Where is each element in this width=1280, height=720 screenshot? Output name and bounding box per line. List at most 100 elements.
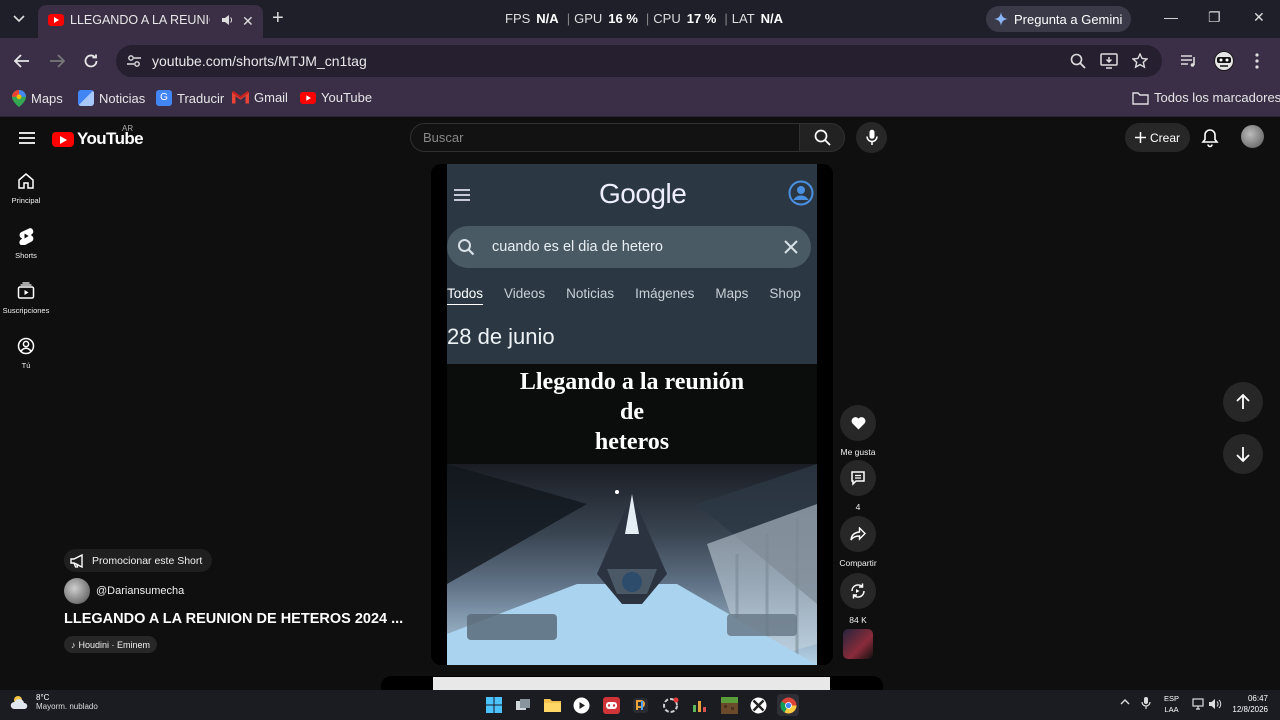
promote-label: Promocionar este Short xyxy=(92,554,203,567)
google-query: cuando es el dia de hetero xyxy=(492,239,663,255)
video-scene-image xyxy=(447,464,817,665)
browser-menu-button[interactable] xyxy=(1245,49,1269,73)
guide-item-suscripciones[interactable]: Suscripciones xyxy=(0,282,52,334)
share-button-circle[interactable] xyxy=(840,516,876,552)
address-bar[interactable]: youtube.com/shorts/MTJM_cn1tag xyxy=(116,45,1162,77)
youtube-logo[interactable]: YouTube AR xyxy=(52,124,144,149)
bookmark-youtube[interactable]: YouTube xyxy=(300,90,372,105)
bookmark-noticias[interactable]: Noticias xyxy=(78,90,145,106)
arrow-down-icon xyxy=(1236,447,1250,462)
install-app-icon[interactable] xyxy=(1099,51,1119,71)
chrome-button[interactable] xyxy=(777,694,799,716)
guide-item-tu[interactable]: Tú xyxy=(0,337,52,389)
start-button[interactable] xyxy=(484,695,504,715)
zoom-icon[interactable] xyxy=(1068,51,1088,71)
remix-button[interactable]: 84 K xyxy=(840,573,876,625)
channel-avatar[interactable] xyxy=(64,578,90,604)
guide-item-label: Principal xyxy=(11,196,41,205)
play-circle-icon xyxy=(573,697,589,713)
network-icon[interactable] xyxy=(1192,698,1204,710)
profile-avatar-icon xyxy=(1214,51,1234,71)
browser-tab-active[interactable]: LLEGANDO A LA REUNION DE HETEROS 2024 ✕ xyxy=(38,5,263,38)
google-search-screenshot: Google cuando es el dia de hetero Todos V… xyxy=(447,164,817,364)
microphone-icon xyxy=(1141,697,1151,709)
guide-item-shorts[interactable]: Shorts xyxy=(0,227,52,279)
sound-thumbnail[interactable] xyxy=(843,629,873,659)
share-button[interactable]: Compartir xyxy=(839,516,877,568)
clear-icon xyxy=(784,240,798,254)
guide-item-label: Shorts xyxy=(15,251,37,260)
guide-item-principal[interactable]: Principal xyxy=(0,172,52,224)
windows-logo-icon xyxy=(486,697,502,713)
comments-button-circle[interactable] xyxy=(840,460,876,496)
reload-icon xyxy=(84,54,98,68)
bookmark-label: Noticias xyxy=(99,90,146,106)
create-label: Crear xyxy=(1149,130,1180,145)
voice-search-button[interactable] xyxy=(856,122,887,153)
channel-name[interactable]: @Dariansumecha xyxy=(96,585,184,597)
video-frame: Google cuando es el dia de hetero Todos V… xyxy=(447,164,817,665)
app-button-6[interactable] xyxy=(660,695,680,715)
file-explorer-button[interactable] xyxy=(542,695,562,715)
app-button-7[interactable] xyxy=(689,695,709,715)
tab-close-icon[interactable]: ✕ xyxy=(242,13,254,30)
channel-info[interactable]: @Dariansumecha xyxy=(64,578,184,604)
game-app-button[interactable] xyxy=(601,695,621,715)
xbox-button[interactable] xyxy=(748,695,768,715)
close-window-icon[interactable]: ✕ xyxy=(1253,9,1265,26)
bookmark-gmail[interactable]: Gmail xyxy=(232,90,288,105)
task-view-button[interactable] xyxy=(513,695,533,715)
search-button[interactable] xyxy=(799,123,845,152)
bookmark-star-icon[interactable] xyxy=(1130,51,1150,71)
all-bookmarks-button[interactable]: Todos los marcadores xyxy=(1132,90,1280,105)
browser-tab-strip: LLEGANDO A LA REUNION DE HETEROS 2024 ✕ … xyxy=(0,0,1280,38)
music-chip[interactable]: ♪ Houdini · Eminem xyxy=(64,636,158,653)
translate-icon: G xyxy=(156,90,172,106)
back-button[interactable] xyxy=(10,49,34,73)
bookmark-traducir[interactable]: G Traducir xyxy=(156,90,224,106)
forward-button[interactable] xyxy=(45,49,69,73)
gamepad-icon xyxy=(602,696,620,714)
new-tab-button[interactable]: + xyxy=(272,8,284,28)
chevron-down-icon xyxy=(13,15,25,23)
next-short-button[interactable] xyxy=(1223,434,1263,474)
bookmark-label: Gmail xyxy=(254,90,288,105)
weather-widget[interactable]: 8°C Mayorm. nublado xyxy=(10,693,98,711)
shorts-video-player[interactable]: Google cuando es el dia de hetero Todos V… xyxy=(431,164,833,665)
app-button-5[interactable] xyxy=(630,695,650,715)
short-title[interactable]: LLEGANDO A LA REUNION DE HETEROS 2024 ..… xyxy=(64,611,403,627)
gemini-sparkle-icon xyxy=(994,12,1008,26)
reload-button[interactable] xyxy=(79,49,103,73)
search-box[interactable] xyxy=(410,123,800,152)
language-indicator[interactable]: ESP LAA xyxy=(1164,693,1179,715)
comments-button[interactable]: 4 xyxy=(840,460,876,512)
create-button[interactable]: Crear xyxy=(1125,123,1190,152)
clock[interactable]: 06:47 12/8/2026 xyxy=(1226,693,1268,715)
tab-audio-icon[interactable] xyxy=(220,13,234,27)
bookmark-maps[interactable]: Maps xyxy=(12,90,63,107)
hamburger-menu-icon xyxy=(454,189,470,201)
minimize-window-icon[interactable]: — xyxy=(1164,9,1178,25)
like-button-circle[interactable] xyxy=(840,405,876,441)
profile-button[interactable] xyxy=(1212,49,1236,73)
show-hidden-icons[interactable] xyxy=(1120,698,1130,706)
like-button[interactable]: Me gusta xyxy=(840,405,876,457)
heart-icon xyxy=(851,417,865,430)
media-control-button[interactable] xyxy=(1177,49,1201,73)
tab-search-button[interactable] xyxy=(6,7,32,31)
tray-microphone[interactable] xyxy=(1141,696,1151,710)
remix-button-circle[interactable] xyxy=(840,573,876,609)
site-info-icon[interactable] xyxy=(124,51,144,71)
volume-icon[interactable] xyxy=(1208,698,1222,710)
account-avatar[interactable] xyxy=(1241,125,1264,148)
guide-menu-button[interactable] xyxy=(16,127,38,149)
guide-item-label: Suscripciones xyxy=(2,306,50,315)
previous-short-button[interactable] xyxy=(1223,382,1263,422)
minecraft-button[interactable] xyxy=(719,695,739,715)
restore-window-icon[interactable]: ❐ xyxy=(1208,9,1221,26)
media-player-button[interactable] xyxy=(571,695,591,715)
search-input[interactable] xyxy=(411,124,799,151)
notifications-button[interactable] xyxy=(1199,127,1221,149)
gemini-button[interactable]: Pregunta a Gemini xyxy=(986,6,1131,32)
promote-short-button[interactable]: Promocionar este Short xyxy=(64,549,213,572)
